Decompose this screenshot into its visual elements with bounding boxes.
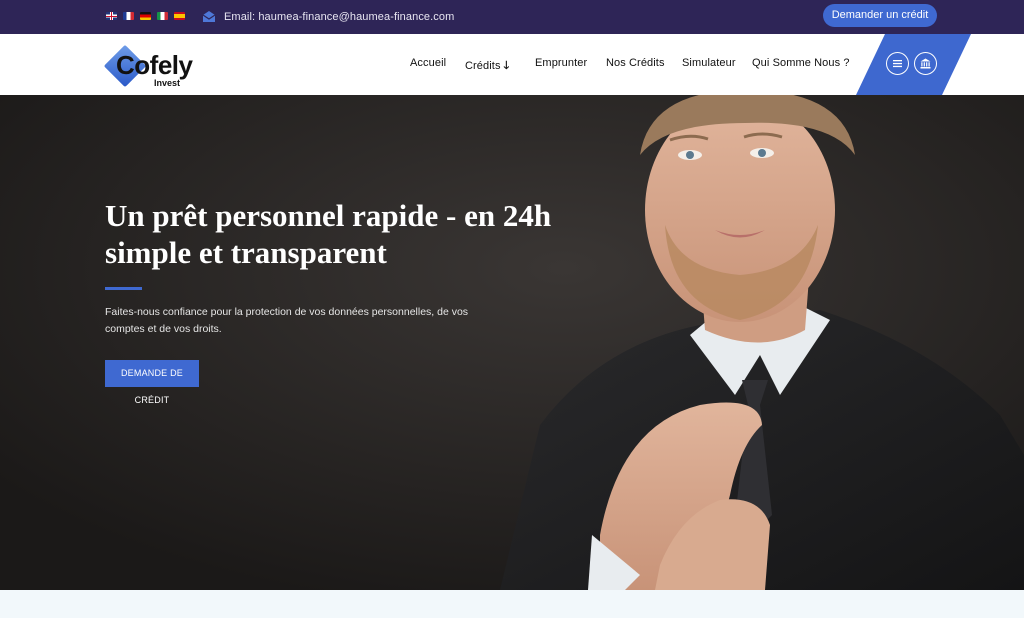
nav-item-simulateur[interactable]: Simulateur (682, 57, 736, 69)
menu-icon (893, 60, 902, 68)
nav-item-credits[interactable]: Crédits 🡓 (465, 57, 509, 76)
hero-accent-divider (105, 287, 142, 290)
nav-item-label: Simulateur (682, 57, 736, 69)
main-header: Cofely Invest Accueil Crédits 🡓 Emprunter… (0, 34, 1024, 95)
nav-item-nos-credits[interactable]: Nos Crédits (606, 57, 665, 69)
nav-item-label: Accueil (410, 57, 447, 69)
envelope-open-icon (202, 11, 216, 22)
site-logo[interactable]: Cofely Invest (103, 44, 206, 88)
nav-item-label: Nos Crédits (606, 57, 665, 69)
top-bar: Email: haumea-finance@haumea-finance.com… (0, 0, 1024, 34)
bank-icon (920, 58, 931, 69)
logo-subtext: Invest (154, 78, 181, 88)
flag-fr-icon[interactable] (123, 12, 134, 20)
flag-uk-icon[interactable] (106, 12, 117, 20)
logo-text: Cofely (116, 50, 193, 80)
flag-it-icon[interactable] (157, 12, 168, 20)
contact-email[interactable]: Email: haumea-finance@haumea-finance.com (202, 10, 454, 23)
credit-request-button[interactable]: DEMANDE DE CRÉDIT (105, 360, 199, 405)
hero-section: Un prêt personnel rapide - en 24h simple… (0, 95, 1024, 590)
nav-item-accueil[interactable]: Accueil (410, 57, 446, 69)
flag-es-icon[interactable] (174, 12, 185, 20)
nav-item-label: Emprunter (535, 57, 588, 69)
language-selector (106, 12, 185, 22)
hero-title: Un prêt personnel rapide - en 24h simple… (105, 198, 552, 270)
header-action-panel (856, 34, 971, 95)
flag-de-icon[interactable] (140, 12, 151, 20)
request-credit-button[interactable]: Demander un crédit (823, 4, 937, 27)
menu-button[interactable] (886, 52, 909, 75)
nav-item-emprunter[interactable]: Emprunter (535, 57, 587, 69)
nav-item-qui-somme-nous[interactable]: Qui Somme Nous ? (752, 57, 850, 69)
next-section-edge (0, 590, 1024, 618)
arrow-down-icon: 🡓 (503, 60, 510, 72)
bank-button[interactable] (914, 52, 937, 75)
nav-item-label: Crédits (465, 60, 501, 72)
hero-subtitle: Faites-nous confiance pour la protection… (105, 306, 469, 335)
email-text: Email: haumea-finance@haumea-finance.com (224, 10, 455, 23)
hero-businessman-photo (0, 95, 1024, 590)
nav-item-label: Qui Somme Nous ? (752, 57, 850, 69)
